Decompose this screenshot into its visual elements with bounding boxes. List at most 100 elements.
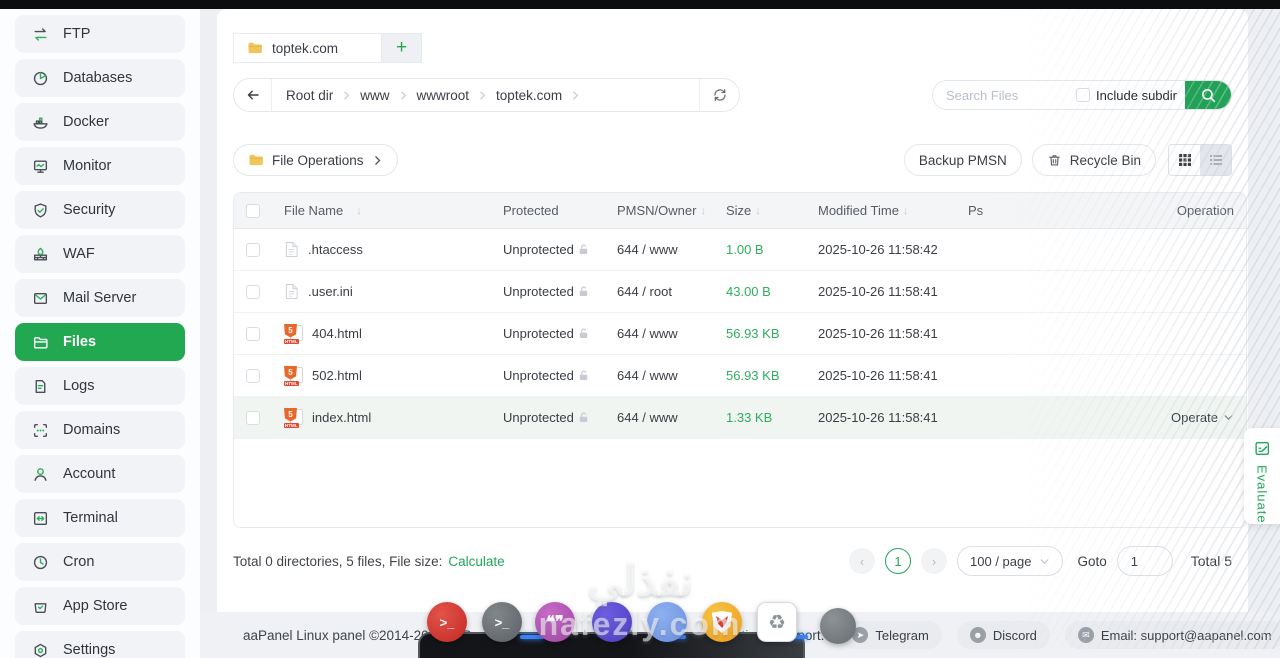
include-subdir-option[interactable]: Include subdir — [1076, 88, 1177, 103]
file-operations-button[interactable]: File Operations — [233, 144, 398, 176]
folder-icon — [248, 42, 262, 54]
chevron-right-icon — [570, 90, 581, 101]
protected-status: Unprotected — [503, 284, 574, 299]
sidebar-item-monitor[interactable]: Monitor — [15, 147, 185, 185]
goto-page-input[interactable] — [1116, 546, 1173, 576]
sidebar-item-account[interactable]: Account — [15, 455, 185, 493]
sort-icon[interactable]: ↓ — [356, 205, 362, 217]
html-file-icon: 5 HTML — [284, 323, 303, 344]
table-row[interactable]: .htaccess Unprotected 644 / www 1.00 B 2… — [234, 229, 1246, 271]
refresh-button[interactable] — [699, 79, 739, 111]
unlock-icon[interactable] — [577, 327, 590, 340]
sidebar-item-label: Terminal — [63, 510, 118, 526]
next-page-button[interactable]: › — [921, 548, 948, 574]
row-checkbox[interactable] — [246, 326, 260, 341]
back-button[interactable] — [234, 79, 272, 111]
list-view-button[interactable] — [1200, 145, 1231, 175]
add-tab-button[interactable]: + — [382, 33, 422, 63]
backup-pmsn-button[interactable]: Backup PMSN — [903, 144, 1022, 176]
search-button[interactable] — [1185, 81, 1231, 109]
operate-label: Operate — [1171, 410, 1218, 425]
current-page-button[interactable]: 1 — [885, 548, 912, 574]
modified-time: 2025-10-26 11:58:41 — [818, 410, 938, 425]
unlock-icon[interactable] — [577, 285, 590, 298]
calculate-link[interactable]: Calculate — [448, 554, 504, 569]
sidebar-item-cron[interactable]: Cron — [15, 543, 185, 581]
waf-icon — [32, 246, 49, 263]
sort-icon[interactable]: ↓ — [755, 205, 761, 217]
table-row-hover[interactable]: 5 HTML index.html Unprotected 644 / www 1… — [234, 397, 1246, 439]
email-button[interactable]: ✉ Email: support@aapanel.com — [1064, 621, 1280, 649]
sidebar-item-mail-server[interactable]: Mail Server — [15, 279, 185, 317]
col-size[interactable]: Size — [726, 203, 751, 218]
file-name[interactable]: .htaccess — [308, 242, 363, 257]
grid-view-button[interactable] — [1169, 145, 1200, 175]
sidebar-item-waf[interactable]: WAF — [15, 235, 185, 273]
evaluate-button[interactable]: Evaluate — [1244, 428, 1280, 524]
breadcrumb-root[interactable]: Root dir — [286, 88, 333, 103]
table-row[interactable]: 5 HTML 404.html Unprotected 644 / www 56.… — [234, 313, 1246, 355]
sidebar-item-files[interactable]: Files — [15, 323, 185, 361]
sidebar-item-ftp[interactable]: FTP — [15, 15, 185, 53]
pmsn-owner: 644 / www — [617, 326, 678, 341]
sidebar-item-logs[interactable]: Logs — [15, 367, 185, 405]
sort-icon[interactable]: ↓ — [700, 205, 706, 217]
row-checkbox[interactable] — [246, 284, 260, 299]
sidebar-item-security[interactable]: Security — [15, 191, 185, 229]
unlock-icon[interactable] — [577, 411, 590, 424]
operate-dropdown[interactable]: Operate — [1171, 410, 1234, 425]
sidebar-item-databases[interactable]: Databases — [15, 59, 185, 97]
file-name[interactable]: 404.html — [312, 326, 362, 341]
file-name[interactable]: 502.html — [312, 368, 362, 383]
col-pmsn-owner[interactable]: PMSN/Owner — [617, 203, 696, 218]
evaluate-label: Evaluate — [1254, 465, 1270, 524]
floating-app-icon-terminal-red[interactable]: >_ — [427, 602, 467, 642]
page-size-select[interactable]: 100 / page — [957, 546, 1064, 576]
pmsn-owner: 644 / root — [617, 284, 672, 299]
table-row[interactable]: 5 HTML 502.html Unprotected 644 / www 56.… — [234, 355, 1246, 397]
col-protected: Protected — [503, 203, 559, 218]
file-name[interactable]: index.html — [312, 410, 371, 425]
sidebar-item-label: Security — [63, 202, 116, 218]
sidebar-item-settings[interactable]: Settings — [15, 631, 185, 658]
discord-button[interactable]: ☻ Discord — [956, 621, 1050, 649]
unlock-icon[interactable] — [577, 243, 590, 256]
recycle-bin-button[interactable]: Recycle Bin — [1031, 144, 1156, 176]
include-subdir-checkbox[interactable] — [1076, 88, 1091, 102]
file-name[interactable]: .user.ini — [308, 284, 353, 299]
select-all-checkbox[interactable] — [246, 203, 260, 218]
breadcrumb-toptek[interactable]: toptek.com — [496, 88, 562, 103]
breadcrumb-www[interactable]: www — [360, 88, 389, 103]
floating-app-icon-gray-2[interactable] — [820, 608, 856, 644]
breadcrumb-wwwroot[interactable]: wwwroot — [417, 88, 470, 103]
html-file-icon: 5 HTML — [284, 407, 303, 428]
file-icon — [284, 283, 299, 300]
search-input[interactable] — [933, 87, 1077, 103]
row-checkbox[interactable] — [246, 242, 260, 257]
tab-toptek[interactable]: toptek.com — [233, 33, 382, 63]
files-icon — [32, 334, 49, 351]
floating-app-icon-blue[interactable] — [647, 602, 687, 642]
col-modified-time[interactable]: Modified Time — [818, 203, 899, 218]
chevron-right-icon — [477, 90, 488, 101]
col-file-name[interactable]: File Name — [284, 203, 343, 218]
floating-app-icon-brave[interactable] — [702, 602, 742, 642]
sidebar-item-terminal[interactable]: Terminal — [15, 499, 185, 537]
top-black-strip — [0, 0, 1280, 9]
row-checkbox[interactable] — [246, 368, 260, 383]
file-size: 1.00 B — [726, 242, 764, 257]
prev-page-button[interactable]: ‹ — [849, 548, 876, 574]
row-checkbox[interactable] — [246, 410, 260, 425]
floating-app-icon-quotes[interactable]: ❝❞ — [535, 602, 575, 642]
floating-app-icon-terminal-gray[interactable]: >_ — [482, 602, 522, 642]
sidebar-item-label: Docker — [63, 114, 109, 130]
sort-icon[interactable]: ↓ — [903, 205, 909, 217]
table-row[interactable]: .user.ini Unprotected 644 / root 43.00 B… — [234, 271, 1246, 313]
unlock-icon[interactable] — [577, 369, 590, 382]
floating-app-icon-recycle[interactable]: ♻ — [757, 602, 797, 642]
summary-text: Total 0 directories, 5 files, File size:… — [233, 553, 505, 569]
sidebar-item-docker[interactable]: Docker — [15, 103, 185, 141]
floating-app-icon-purple[interactable] — [592, 602, 632, 642]
sidebar-item-app-store[interactable]: App Store — [15, 587, 185, 625]
sidebar-item-domains[interactable]: Domains — [15, 411, 185, 449]
